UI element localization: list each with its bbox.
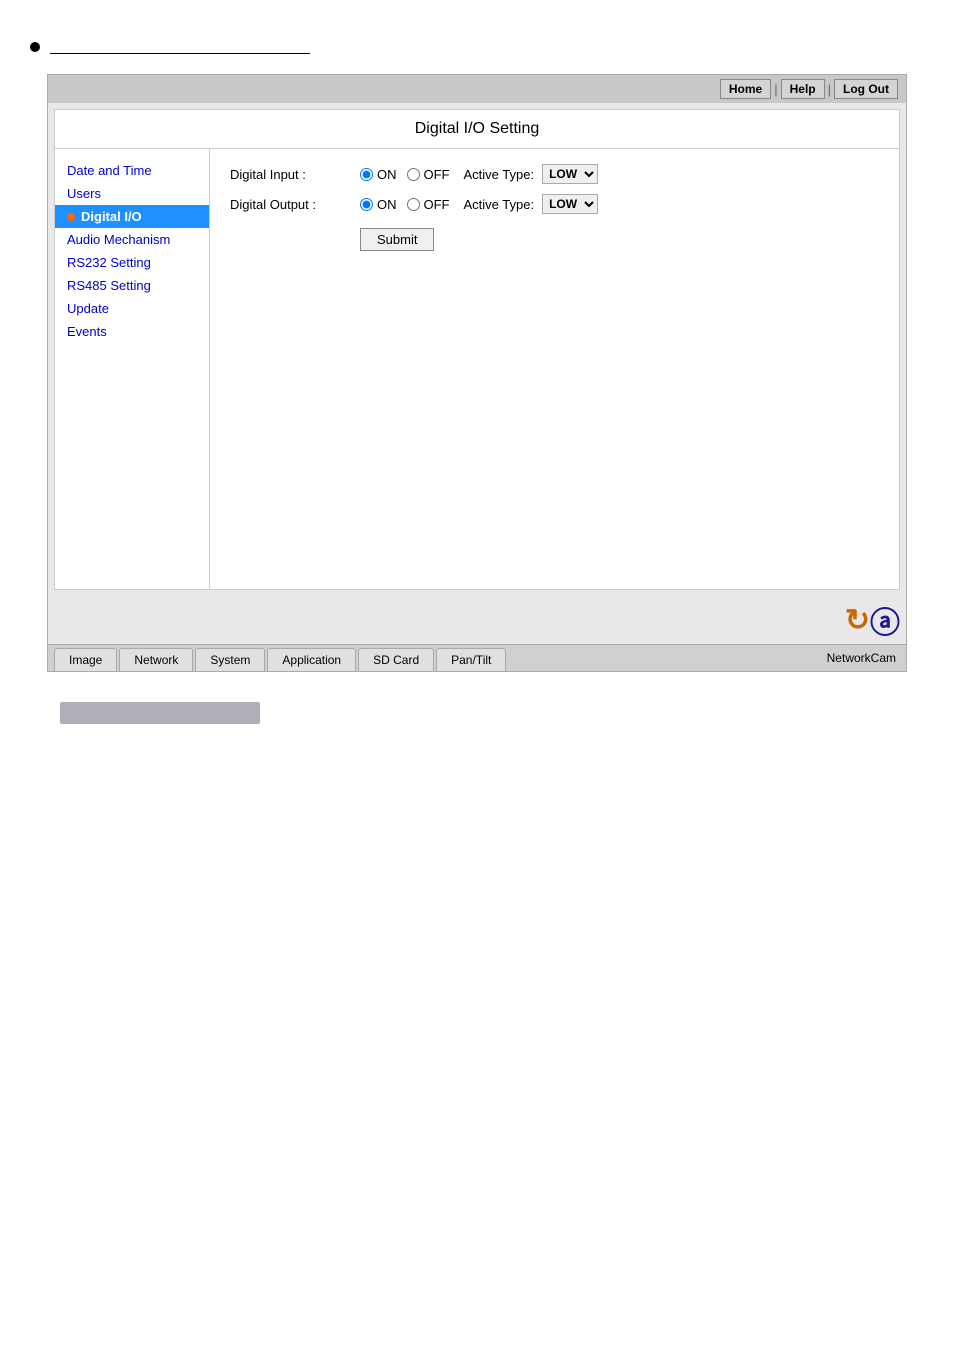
digital-input-off-radio[interactable] xyxy=(407,168,420,181)
sidebar-item-rs485[interactable]: RS485 Setting xyxy=(55,274,209,297)
page-title: Digital I/O Setting xyxy=(55,110,899,149)
separator2: | xyxy=(827,82,832,97)
sidebar-item-rs232[interactable]: RS232 Setting xyxy=(55,251,209,274)
digital-input-radio-group: ON OFF Active Type: LOW HIGH xyxy=(360,164,598,184)
sidebar: Date and Time Users Digital I/O Audio Me… xyxy=(55,149,210,589)
sidebar-label-rs485: RS485 Setting xyxy=(67,278,151,293)
tab-pan-tilt[interactable]: Pan/Tilt xyxy=(436,648,506,671)
submit-button[interactable]: Submit xyxy=(360,228,434,251)
gray-bar xyxy=(60,702,260,724)
top-bar: Home | Help | Log Out xyxy=(48,75,906,103)
logout-button[interactable]: Log Out xyxy=(834,79,898,99)
digital-output-on-radio[interactable] xyxy=(360,198,373,211)
tab-application[interactable]: Application xyxy=(267,648,356,671)
bullet-underline xyxy=(50,40,310,54)
digital-output-radio-group: ON OFF Active Type: LOW HIGH xyxy=(360,194,598,214)
digital-input-on-radio[interactable] xyxy=(360,168,373,181)
main-frame: Home | Help | Log Out Digital I/O Settin… xyxy=(47,74,907,672)
content-area: Digital I/O Setting Date and Time Users … xyxy=(54,109,900,590)
brand-name: NetworkCam xyxy=(827,651,900,668)
logo-container: ↻ ⓐ xyxy=(48,596,906,644)
digital-input-label: Digital Input : xyxy=(230,167,350,182)
bottom-tabs: Image Network System Application SD Card… xyxy=(48,644,906,671)
digital-output-label: Digital Output : xyxy=(230,197,350,212)
digital-output-on-label: ON xyxy=(377,197,397,212)
digital-input-on-label: ON xyxy=(377,167,397,182)
sidebar-label-events: Events xyxy=(67,324,107,339)
home-button[interactable]: Home xyxy=(720,79,771,99)
bullet-section xyxy=(30,40,924,54)
sidebar-item-update[interactable]: Update xyxy=(55,297,209,320)
sidebar-label-audio-mechanism: Audio Mechanism xyxy=(67,232,170,247)
active-dot-icon xyxy=(67,213,75,221)
bottom-section xyxy=(30,702,924,724)
sidebar-label-rs232: RS232 Setting xyxy=(67,255,151,270)
logo-icons-row: ↻ ⓐ xyxy=(845,598,900,642)
settings-panel: Digital Input : ON OFF Active Type: LOW … xyxy=(210,149,899,589)
help-button[interactable]: Help xyxy=(781,79,825,99)
digital-output-active-type-select[interactable]: LOW HIGH xyxy=(542,194,598,214)
sidebar-label-date-time: Date and Time xyxy=(67,163,152,178)
digital-output-off-label: OFF xyxy=(424,197,450,212)
separator1: | xyxy=(773,82,778,97)
sidebar-item-date-time[interactable]: Date and Time xyxy=(55,159,209,182)
digital-input-row: Digital Input : ON OFF Active Type: LOW … xyxy=(230,164,879,184)
digital-input-active-type-select[interactable]: LOW HIGH xyxy=(542,164,598,184)
globe-icon: ↻ xyxy=(845,603,870,638)
sidebar-item-users[interactable]: Users xyxy=(55,182,209,205)
sidebar-item-events[interactable]: Events xyxy=(55,320,209,343)
tab-system[interactable]: System xyxy=(195,648,265,671)
main-content: Date and Time Users Digital I/O Audio Me… xyxy=(55,149,899,589)
digital-output-active-type-label: Active Type: xyxy=(464,197,535,212)
digital-output-row: Digital Output : ON OFF Active Type: LOW… xyxy=(230,194,879,214)
sidebar-label-update: Update xyxy=(67,301,109,316)
sidebar-label-digital-io: Digital I/O xyxy=(81,209,142,224)
sidebar-label-users: Users xyxy=(67,186,101,201)
digital-output-off-radio[interactable] xyxy=(407,198,420,211)
camera-icon: ⓐ xyxy=(870,598,900,642)
tab-network[interactable]: Network xyxy=(119,648,193,671)
tab-image[interactable]: Image xyxy=(54,648,117,671)
digital-input-active-type-label: Active Type: xyxy=(464,167,535,182)
digital-input-off-label: OFF xyxy=(424,167,450,182)
sidebar-item-digital-io[interactable]: Digital I/O xyxy=(55,205,209,228)
sidebar-item-audio-mechanism[interactable]: Audio Mechanism xyxy=(55,228,209,251)
tab-sd-card[interactable]: SD Card xyxy=(358,648,434,671)
bullet-dot xyxy=(30,42,40,52)
